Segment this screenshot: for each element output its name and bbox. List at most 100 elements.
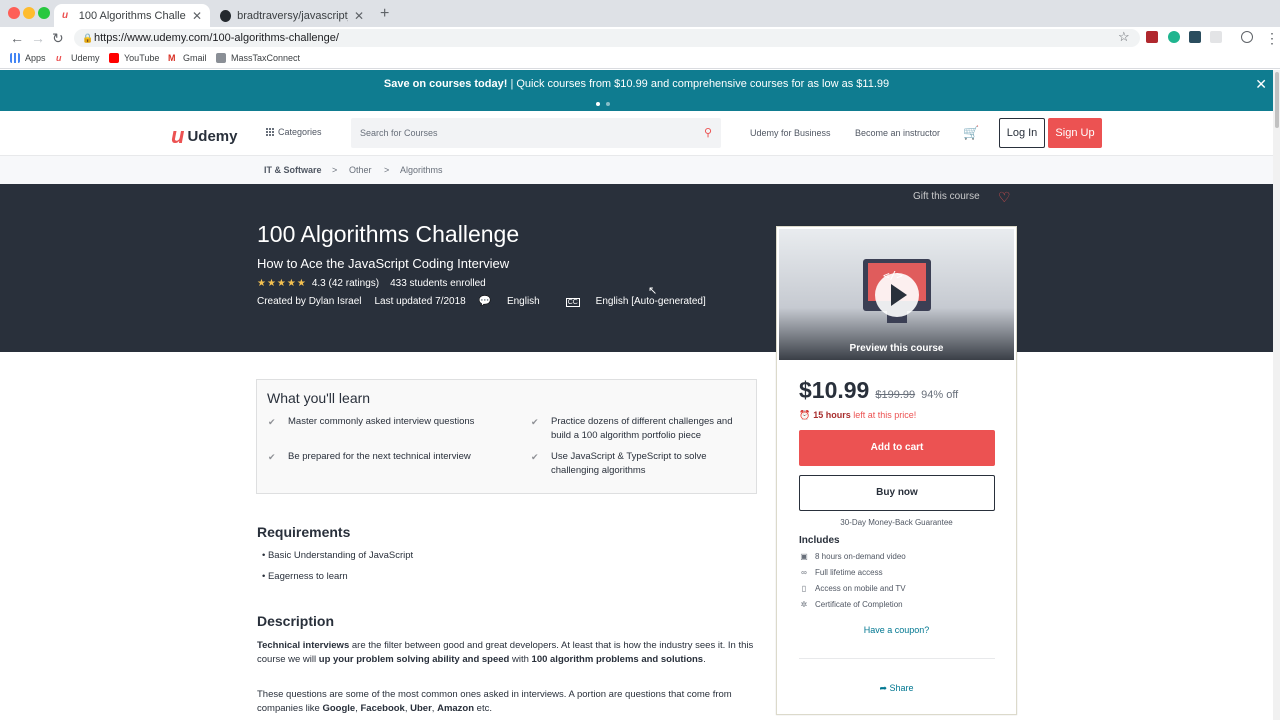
cart-icon[interactable]: 🛒 (963, 125, 979, 141)
emphasis-text: Facebook (360, 703, 405, 714)
breadcrumb-other[interactable]: Other (349, 165, 372, 175)
timer-rest: left at this price! (853, 410, 917, 420)
github-favicon-icon (220, 9, 232, 22)
course-preview-video[interactable]: </> Preview this course (779, 229, 1014, 360)
close-window-button[interactable] (8, 7, 20, 19)
logo-word: Udemy (187, 127, 238, 145)
extension-icon[interactable] (1146, 31, 1158, 43)
close-banner-icon[interactable]: ✕ (1255, 76, 1267, 93)
promo-details: | Quick courses from $10.99 and comprehe… (510, 78, 890, 90)
new-tab-button[interactable]: + (380, 5, 389, 23)
sale-timer: ⏰ 15 hours left at this price! (799, 410, 916, 421)
breadcrumb-it-software[interactable]: IT & Software (264, 165, 322, 175)
udemy-favicon-icon: u (62, 9, 69, 21)
carousel-dots (593, 97, 613, 109)
enrolled-count: 433 students enrolled (390, 278, 486, 289)
wishlist-heart-icon[interactable]: ♡ (998, 189, 1011, 206)
forward-arrow-icon[interactable]: → (31, 30, 45, 46)
address-bar-row: ← → ↻ 🔒 https://www.udemy.com/100-algori… (0, 27, 1280, 49)
bookmark-udemy[interactable]: u Udemy (56, 53, 100, 63)
categories-label: Categories (278, 127, 322, 137)
include-item: ∞ Full lifetime access (799, 568, 883, 577)
browser-tab-github[interactable]: bradtraversy/javascript_cardio ✕ (212, 4, 372, 27)
become-instructor-link[interactable]: Become an instructor (855, 128, 940, 138)
bookmark-label: Apps (25, 53, 46, 63)
close-tab-icon[interactable]: ✕ (192, 9, 202, 23)
description-paragraph: These questions are some of the most com… (257, 688, 757, 716)
alarm-clock-icon: ⏰ (799, 410, 811, 420)
udemy-logo[interactable]: u Udemy (171, 123, 237, 149)
bookmark-apps[interactable]: Apps (10, 53, 46, 63)
buy-now-button[interactable]: Buy now (799, 475, 995, 511)
timer-hours: 15 hours (813, 410, 851, 420)
requirement-item: • Eagerness to learn (262, 571, 348, 582)
emphasis-text: Amazon (437, 703, 475, 714)
share-label: Share (889, 683, 914, 693)
extension-icon[interactable] (1189, 31, 1201, 43)
bookmark-youtube[interactable]: YouTube (109, 53, 159, 63)
purchase-card: </> Preview this course $10.99 $199.99 9… (776, 226, 1017, 715)
course-subtitle: How to Ace the JavaScript Coding Intervi… (257, 256, 510, 271)
bookmark-star-icon[interactable]: ☆ (1118, 29, 1130, 45)
signup-button[interactable]: Sign Up (1048, 118, 1102, 148)
bookmark-label: YouTube (124, 53, 160, 63)
mouse-cursor-icon: ↖ (648, 285, 658, 297)
carousel-dot[interactable] (606, 102, 610, 106)
browser-tab-udemy[interactable]: u 100 Algorithms Challenge | Ud ✕ (54, 4, 210, 27)
add-to-cart-button[interactable]: Add to cart (799, 430, 995, 466)
play-icon[interactable] (875, 273, 919, 317)
close-tab-icon[interactable]: ✕ (354, 9, 364, 23)
language: 💬 English (479, 296, 553, 307)
bookmark-gmail[interactable]: M Gmail (168, 53, 207, 63)
tab-title: 100 Algorithms Challenge | Ud (78, 9, 186, 22)
maximize-window-button[interactable] (38, 7, 50, 19)
extension-icon[interactable] (1168, 31, 1180, 43)
course-rating: ★★★★★ 4.3 (42 ratings) 433 students enro… (257, 278, 486, 289)
reload-icon[interactable]: ↻ (52, 30, 64, 47)
description-paragraph: Technical interviews are the filter betw… (257, 639, 757, 667)
price-block: $10.99 $199.99 94% off (799, 377, 958, 404)
back-arrow-icon[interactable]: ← (10, 30, 24, 46)
share-button[interactable]: ➦ Share (777, 683, 1016, 694)
bookmark-label: Gmail (183, 53, 207, 63)
carousel-dot[interactable] (596, 102, 600, 106)
search-icon[interactable]: ⚲ (704, 118, 712, 148)
gift-course-link[interactable]: Gift this course (913, 191, 980, 202)
bookmark-masstaxconnect[interactable]: MassTaxConnect (216, 53, 300, 63)
login-button[interactable]: Log In (999, 118, 1045, 148)
scrollbar-thumb[interactable] (1275, 72, 1279, 128)
share-icon: ➦ (879, 683, 887, 693)
divider (799, 658, 995, 659)
created-by[interactable]: Created by Dylan Israel (257, 296, 362, 307)
menu-kebab-icon[interactable]: ⋮ (1265, 30, 1279, 47)
promo-banner: Save on courses today! | Quick courses f… (0, 70, 1273, 111)
profile-avatar-icon[interactable] (1241, 31, 1253, 43)
course-title: 100 Algorithms Challenge (257, 221, 520, 247)
url-field[interactable]: 🔒 https://www.udemy.com/100-algorithms-c… (74, 29, 1140, 47)
description-text: with (509, 654, 532, 665)
include-label: Full lifetime access (815, 568, 883, 577)
minimize-window-button[interactable] (23, 7, 35, 19)
extension-icon[interactable] (1210, 31, 1222, 43)
learn-text: Be prepared for the next technical inter… (288, 451, 471, 462)
include-label: Access on mobile and TV (815, 584, 906, 593)
promo-text[interactable]: Save on courses today! | Quick courses f… (0, 78, 1273, 90)
coupon-link[interactable]: Have a coupon? (777, 625, 1016, 635)
page-scrollbar[interactable] (1273, 70, 1280, 720)
current-price: $10.99 (799, 377, 870, 403)
grid-icon (266, 128, 274, 136)
site-header: u Udemy Categories Search for Courses ⚲ … (0, 111, 1273, 156)
emphasis-text: 100 algorithm problems and solutions (531, 654, 704, 665)
infinity-icon: ∞ (801, 568, 807, 577)
gmail-icon: M (168, 53, 176, 63)
check-icon: ✔ (531, 417, 539, 427)
udemy-for-business-link[interactable]: Udemy for Business (750, 128, 831, 138)
video-icon: ▣ (800, 552, 808, 561)
certificate-icon: ✲ (800, 600, 808, 609)
promo-headline: Save on courses today! (383, 78, 508, 90)
categories-button[interactable]: Categories (266, 127, 322, 137)
breadcrumb-algorithms[interactable]: Algorithms (400, 165, 443, 175)
youtube-icon (109, 53, 119, 63)
rating-text[interactable]: 4.3 (42 ratings) (312, 278, 379, 289)
search-input[interactable]: Search for Courses ⚲ (351, 118, 721, 148)
